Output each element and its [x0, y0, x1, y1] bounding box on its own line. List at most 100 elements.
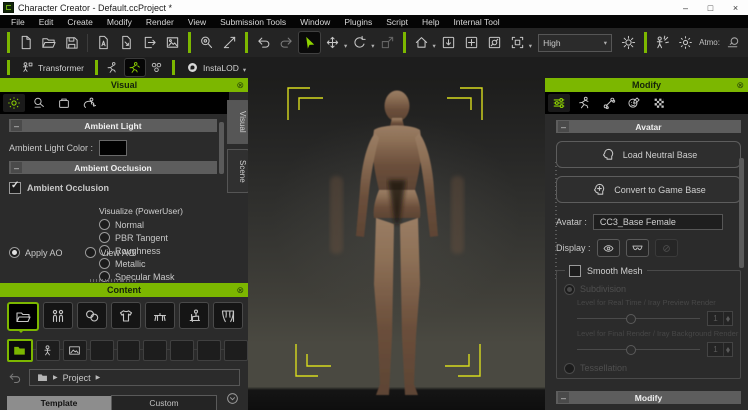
breadcrumb-back-icon[interactable] [8, 371, 22, 385]
home-view-button[interactable] [411, 32, 432, 53]
modify-scrollbar[interactable] [739, 158, 744, 268]
menu-internal-tool[interactable]: Internal Tool [446, 17, 506, 27]
tab-render-bag[interactable] [53, 94, 75, 112]
display-underwear-button[interactable] [626, 239, 649, 257]
expand-chevron-icon[interactable] [226, 392, 239, 405]
transformer-button[interactable]: Transformer [14, 59, 91, 76]
radio-apply-ao[interactable] [9, 247, 20, 258]
tab-preview-lamp[interactable] [28, 94, 50, 112]
breadcrumb-project[interactable]: Project [63, 373, 91, 383]
menu-edit[interactable]: Edit [32, 17, 61, 27]
side-tab-scene[interactable]: Scene [227, 149, 249, 194]
import-button[interactable] [93, 32, 114, 53]
select-tool-button[interactable] [299, 32, 320, 53]
rotate-tool-button[interactable] [349, 32, 370, 53]
move-tool-button[interactable] [322, 32, 343, 53]
export-image-button[interactable] [162, 32, 183, 53]
menu-window[interactable]: Window [293, 17, 337, 27]
shadow-button[interactable] [723, 32, 744, 53]
content-panel-header[interactable]: Content ⊗ [0, 283, 248, 297]
menu-view[interactable]: View [181, 17, 213, 27]
export-button[interactable] [139, 32, 160, 53]
tab-custom[interactable]: Custom [111, 395, 217, 410]
modify-panel-close-icon[interactable]: ⊗ [736, 79, 744, 91]
category-avatar[interactable] [43, 302, 73, 329]
pose-mode-a-button[interactable] [103, 59, 123, 76]
rotate-tool-caret[interactable]: ▾ [371, 42, 374, 50]
avatar-name-field[interactable]: CC3_Base Female [593, 214, 723, 230]
radio-metallic[interactable] [99, 258, 110, 269]
center-view-button[interactable] [461, 32, 482, 53]
convert-to-game-base-button[interactable]: Convert to Game Base [556, 176, 741, 203]
tab-display-settings[interactable] [3, 94, 25, 112]
mesh-cluster-button[interactable] [147, 59, 167, 76]
menu-file[interactable]: File [4, 17, 32, 27]
panel-grip[interactable] [90, 279, 136, 282]
maximize-button[interactable]: □ [698, 0, 723, 15]
save-project-button[interactable] [61, 32, 82, 53]
content-panel-close-icon[interactable]: ⊗ [236, 284, 244, 296]
breadcrumb[interactable]: ▶ Project ▶ [29, 369, 240, 386]
close-button[interactable]: × [723, 0, 748, 15]
menu-script[interactable]: Script [379, 17, 415, 27]
ambient-light-color-swatch[interactable] [99, 140, 127, 156]
menu-create[interactable]: Create [60, 17, 100, 27]
instalod-button[interactable]: InstaLOD ▾ [179, 59, 253, 76]
new-project-button[interactable] [15, 32, 36, 53]
ambient-light-section-header[interactable]: – Ambient Light [9, 119, 217, 132]
visual-panel-header[interactable]: Visual ⊗ [0, 78, 248, 92]
atmosphere-button[interactable] [675, 32, 696, 53]
category-cloth[interactable] [111, 302, 141, 329]
subcategory-scene[interactable] [63, 340, 87, 361]
marquee-select-button[interactable] [507, 32, 528, 53]
radio-view-ao[interactable] [85, 247, 96, 258]
viewport-3d[interactable] [248, 78, 545, 410]
move-tool-caret[interactable]: ▾ [344, 42, 347, 50]
scale-tool-button[interactable] [377, 32, 398, 53]
tab-bone[interactable] [598, 94, 620, 112]
menu-modify[interactable]: Modify [100, 17, 139, 27]
calibration-tool-button[interactable] [219, 32, 240, 53]
front-view-button[interactable] [438, 32, 459, 53]
category-accessory[interactable] [145, 302, 175, 329]
tab-texture-checker[interactable] [648, 94, 670, 112]
tab-animation[interactable] [573, 94, 595, 112]
side-tab-visual[interactable]: Visual [227, 100, 249, 144]
redo-button[interactable] [276, 32, 297, 53]
edit-pose-button[interactable] [652, 32, 673, 53]
smooth-mesh-checkbox[interactable] [569, 265, 581, 277]
radio-normal[interactable] [99, 219, 110, 230]
camera-orbit-button[interactable] [484, 32, 505, 53]
modify-section-header[interactable]: – Modify [556, 391, 741, 404]
quality-dropdown[interactable]: High ▾ [538, 34, 612, 52]
undo-button[interactable] [253, 32, 274, 53]
tab-face-edit[interactable] [623, 94, 645, 112]
load-neutral-base-button[interactable]: Load Neutral Base [556, 141, 741, 168]
visual-panel-close-icon[interactable]: ⊗ [236, 79, 244, 91]
open-project-button[interactable] [38, 32, 59, 53]
collapse-icon[interactable]: – [558, 121, 569, 132]
tab-template[interactable]: Template [7, 396, 111, 410]
ambient-occlusion-checkbox[interactable] [9, 182, 21, 194]
radio-pbr-tangent[interactable] [99, 232, 110, 243]
subcategory-project-folder[interactable] [7, 339, 33, 362]
category-stage[interactable] [213, 302, 243, 329]
marquee-select-caret[interactable]: ▾ [529, 42, 532, 50]
panel-grip[interactable] [555, 162, 557, 282]
category-motion[interactable] [179, 302, 209, 329]
menu-render[interactable]: Render [139, 17, 181, 27]
breadcrumb-arrow-icon[interactable]: ▶ [53, 374, 58, 381]
lighting-button[interactable] [618, 32, 639, 53]
collapse-icon[interactable]: – [558, 392, 569, 403]
home-view-caret[interactable]: ▾ [433, 42, 436, 50]
menu-help[interactable]: Help [415, 17, 446, 27]
collapse-icon[interactable]: – [11, 162, 22, 173]
avatar-section-header[interactable]: – Avatar [556, 120, 741, 133]
menu-submission-tools[interactable]: Submission Tools [213, 17, 293, 27]
subcategory-actor[interactable] [36, 340, 60, 361]
collapse-icon[interactable]: – [11, 120, 22, 131]
pose-mode-b-button[interactable] [125, 59, 145, 76]
tab-attribute-sliders[interactable] [548, 94, 570, 112]
ambient-occlusion-section-header[interactable]: – Ambient Occlusion [9, 161, 217, 174]
menu-plugins[interactable]: Plugins [337, 17, 379, 27]
